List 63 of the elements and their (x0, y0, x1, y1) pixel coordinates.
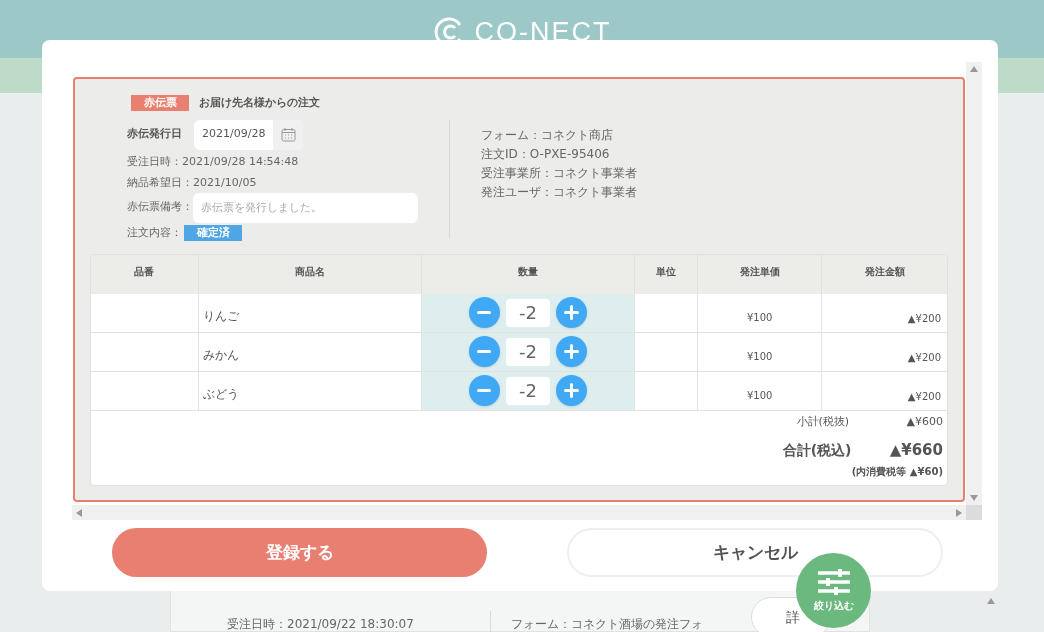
order-received-text: 受注日時：2021/09/22 18:30:07 (227, 617, 414, 631)
scroll-up-icon[interactable] (986, 597, 996, 605)
date-value: 2021/09/28 (201, 126, 267, 143)
sliders-icon (817, 568, 850, 595)
plus-icon (564, 305, 579, 320)
status-badge: 確定済 (184, 224, 242, 241)
table-cell: ぶどう (202, 386, 239, 401)
table-cell: りんご (202, 308, 239, 323)
cancel-button[interactable]: キャンセル (567, 528, 943, 577)
table-cell: ¥100 (747, 350, 773, 362)
minus-icon (477, 389, 492, 392)
order-info-text: 受注事業所：コネクト事業者 (481, 164, 637, 182)
order-form-text: フォーム：コネクト酒場の発注フォ (511, 617, 703, 631)
scroll-left-icon[interactable] (76, 508, 82, 517)
date-field[interactable]: 2021/09/28 (194, 119, 304, 150)
column-header: 数量 (420, 254, 635, 294)
minus-icon (477, 350, 492, 353)
status-label: 注文内容： (127, 224, 182, 241)
table-cell: ▲¥200 (907, 312, 941, 324)
order-info-text: 納品希望日：2021/10/05 (127, 174, 258, 191)
minus-icon (477, 311, 492, 314)
decrease-button[interactable] (469, 297, 500, 328)
scroll-right-icon[interactable] (956, 508, 962, 517)
plus-icon (564, 383, 579, 398)
plus-icon (564, 344, 579, 359)
table-cell: みかん (202, 347, 239, 362)
column-header: 発注単価 (697, 254, 822, 294)
decrease-button[interactable] (469, 375, 500, 406)
issue-date-label: 赤伝発行日 (127, 126, 182, 143)
column-header: 発注金額 (821, 254, 947, 294)
table-cell: ▲¥200 (907, 351, 941, 363)
memo-field[interactable]: 赤伝票を発行しました。 (193, 192, 418, 223)
order-info-text: 発注ユーザ：コネクト事業者 (481, 183, 637, 201)
decrease-button[interactable] (469, 336, 500, 367)
table-cell: ¥100 (747, 389, 773, 401)
column-header: 商品名 (197, 254, 421, 294)
quantity-field[interactable]: -2 (506, 376, 550, 405)
scroll-down-icon[interactable] (970, 495, 978, 501)
increase-button[interactable] (556, 297, 587, 328)
order-info-text: 注文ID：O-PXE-95406 (481, 145, 611, 163)
table-cell: ▲¥200 (907, 390, 941, 402)
quantity-field[interactable]: -2 (506, 298, 550, 327)
order-title: お届け先名様からの注文 (199, 95, 320, 111)
increase-button[interactable] (556, 375, 587, 406)
subtotal-value: ▲¥600 (906, 413, 943, 430)
subtotal-label: 小計(税抜) (796, 413, 851, 430)
scrollbar-corner (966, 505, 982, 520)
calendar-icon[interactable] (280, 127, 296, 142)
slip-type-badge: 赤伝票 (131, 95, 189, 112)
tax-note: (内消費税等 ▲¥60) (851, 464, 943, 479)
increase-button[interactable] (556, 336, 587, 367)
quantity-field[interactable]: -2 (506, 337, 550, 366)
total-value: ▲¥660 (889, 440, 943, 461)
scroll-up-icon[interactable] (970, 66, 978, 72)
column-header: 単位 (634, 254, 698, 294)
order-info-text: 受注日時：2021/09/28 14:54:48 (127, 153, 300, 170)
vertical-scrollbar[interactable] (966, 62, 982, 505)
total-label: 合計(税込) (782, 440, 853, 460)
column-header: 品番 (133, 264, 156, 279)
table-cell: ¥100 (747, 311, 773, 323)
memo-label: 赤伝票備考： (127, 199, 193, 216)
order-info-text: フォーム：コネクト商店 (481, 126, 614, 144)
horizontal-scrollbar[interactable] (72, 505, 966, 520)
